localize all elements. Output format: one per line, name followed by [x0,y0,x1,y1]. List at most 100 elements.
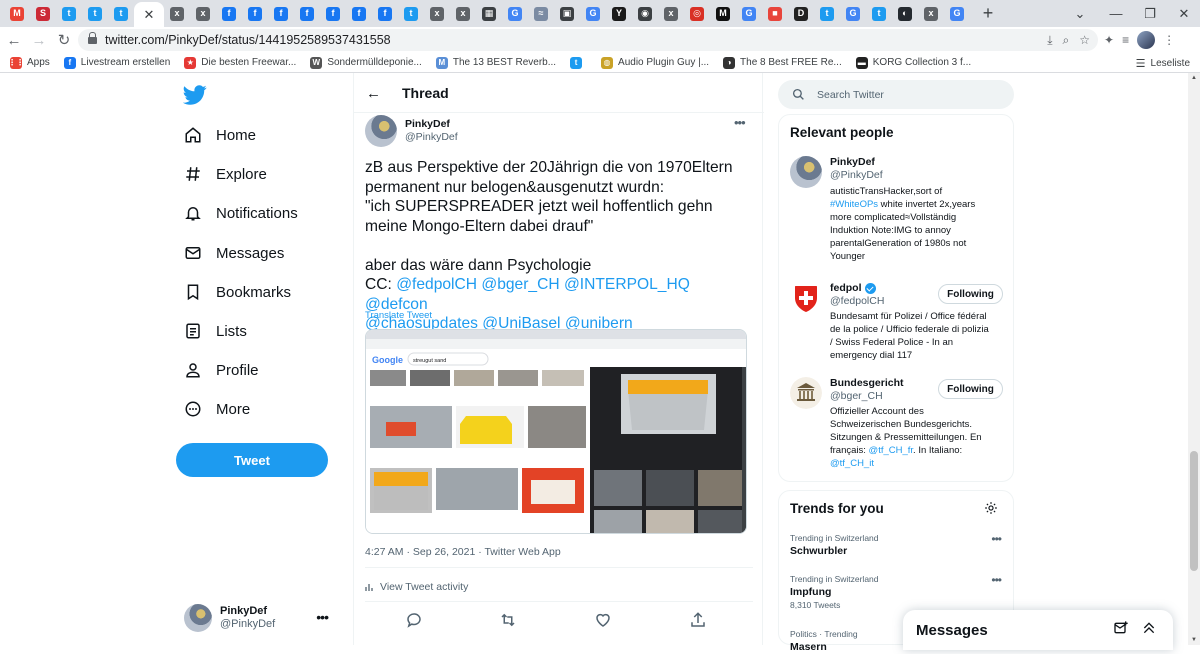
twitter-logo-icon[interactable] [183,83,207,107]
author-handle[interactable]: @PinkyDef [405,131,458,144]
tab-close-icon[interactable]: ✕ [144,7,155,23]
browser-tab[interactable]: ■ [762,3,788,25]
view-tweet-activity[interactable]: View Tweet activity [365,581,468,593]
translate-tweet-link[interactable]: Translate Tweet [365,310,432,321]
swiss-shield-icon[interactable] [790,282,822,314]
nav-profile[interactable]: Profile [184,358,259,382]
browser-tab[interactable]: M [4,3,30,25]
browser-tab[interactable]: t [398,3,424,25]
person-avatar[interactable] [790,156,822,188]
scroll-thumb[interactable] [1190,451,1198,571]
new-tab-button[interactable]: + [974,3,1002,25]
person-name[interactable]: PinkyDef [830,156,875,169]
bookmark-item[interactable]: ◍ Audio Plugin Guy |... [601,56,709,69]
browser-tab[interactable]: x [164,3,190,25]
active-tab[interactable]: ✕ [134,2,164,27]
person-card[interactable]: fedpol @fedpolCH Following Bundesamt für… [790,282,1005,362]
back-button[interactable]: ← [3,29,25,51]
browser-tab[interactable]: G [840,3,866,25]
browser-tab[interactable]: t [82,3,108,25]
browser-tab[interactable]: f [346,3,372,25]
author-avatar[interactable] [365,115,397,147]
person-card[interactable]: Bundesgericht @bger_CH Following Offizie… [790,377,1005,473]
minimize-button[interactable]: — [1098,0,1134,27]
browser-tab[interactable]: S [30,3,56,25]
nav-explore[interactable]: Explore [184,162,267,186]
reload-button[interactable]: ↻ [53,29,75,51]
nav-home[interactable]: Home [184,123,256,147]
person-name[interactable]: fedpol [830,282,876,295]
bundesgericht-logo-icon[interactable] [790,377,822,409]
media-icon[interactable]: ≡ [1122,33,1129,47]
retweet-icon[interactable] [499,611,517,629]
browser-tab[interactable]: f [216,3,242,25]
bookmark-item[interactable]: W Sondermülldeponie... [310,56,422,69]
bookmark-item[interactable]: t [570,56,587,69]
trend-item[interactable]: Trending in Switzerland Schwurbler ••• [790,532,1005,558]
mention-link[interactable]: @tf_CH_it [830,458,874,469]
following-button[interactable]: Following [938,379,1003,399]
install-icon[interactable]: ⤓ [1047,33,1052,48]
trend-more-icon[interactable]: ••• [991,573,1002,587]
hashtag-link[interactable]: #WhiteOPs [830,199,878,210]
person-handle[interactable]: @fedpolCH [830,295,884,308]
bookmark-item[interactable]: f Livestream erstellen [63,56,170,69]
browser-tab[interactable]: x [450,3,476,25]
tweet-image[interactable]: Google streugut sand [365,329,747,534]
scroll-up-arrow[interactable]: ▲ [1190,75,1198,81]
browser-tab[interactable]: ◐ [892,3,918,25]
tweet-button[interactable]: Tweet [176,443,328,477]
browser-tab[interactable]: x [190,3,216,25]
reading-list[interactable]: ☰ Leseliste [1136,53,1190,73]
bookmark-item[interactable]: M The 13 BEST Reverb... [435,56,556,69]
tweet-author[interactable]: PinkyDef @PinkyDef [365,115,458,147]
browser-tab[interactable]: f [268,3,294,25]
forward-button[interactable]: → [28,29,50,51]
following-button[interactable]: Following [938,284,1003,304]
browser-tab[interactable]: G [944,3,970,25]
bookmark-item[interactable]: ⋮⋮ Apps [8,56,50,69]
browser-tab[interactable]: ▣ [554,3,580,25]
maximize-button[interactable]: ❐ [1132,0,1168,27]
browser-tab[interactable]: t [108,3,134,25]
browser-tab[interactable]: G [580,3,606,25]
browser-tab[interactable]: t [56,3,82,25]
settings-gear-icon[interactable] [984,501,998,515]
bookmark-item[interactable]: ◑ The 8 Best FREE Re... [723,56,842,69]
scroll-down-arrow[interactable]: ▼ [1190,637,1198,643]
star-icon[interactable]: ☆ [1079,33,1090,47]
close-window-button[interactable]: ✕ [1166,0,1200,27]
browser-tab[interactable]: f [372,3,398,25]
tab-search-button[interactable]: ⌄ [1062,0,1098,27]
browser-tab[interactable]: M [710,3,736,25]
mention-link[interactable]: @fedpolCH [396,276,477,293]
mention-link[interactable]: @tf_CH_fr [869,445,914,456]
page-scrollbar[interactable]: ▲ ▼ [1188,73,1200,645]
extensions-icon[interactable]: ✦ [1104,33,1114,47]
bookmark-item[interactable]: ★ Die besten Freewar... [184,56,296,69]
bookmark-item[interactable]: ▬ KORG Collection 3 f... [855,56,971,69]
browser-tab[interactable]: G [736,3,762,25]
nav-notifications[interactable]: Notifications [184,201,298,225]
trend-item[interactable]: Trending in Switzerland Impfung 8,310 Tw… [790,573,1005,611]
author-name[interactable]: PinkyDef [405,118,458,131]
person-card[interactable]: PinkyDef @PinkyDef autisticTransHacker,s… [790,156,1005,264]
browser-tab[interactable]: ◎ [684,3,710,25]
nav-bookmarks[interactable]: Bookmarks [184,280,291,304]
share-icon[interactable] [689,611,707,629]
menu-icon[interactable]: ⋮ [1163,33,1175,47]
like-icon[interactable] [594,611,612,629]
back-arrow-icon[interactable]: ← [366,85,381,102]
browser-tab[interactable]: t [814,3,840,25]
browser-tab[interactable]: ≈ [528,3,554,25]
browser-tab[interactable]: ▦ [476,3,502,25]
search-box[interactable]: Search Twitter [778,80,1014,109]
search-input[interactable]: Search Twitter [817,89,884,101]
browser-tab[interactable]: f [294,3,320,25]
mention-link[interactable]: @INTERPOL_HQ [564,276,690,293]
profile-avatar[interactable] [1137,31,1156,49]
account-more-icon[interactable]: ••• [316,609,329,625]
nav-more[interactable]: More [184,397,250,421]
trend-more-icon[interactable]: ••• [991,532,1002,546]
browser-tab[interactable]: x [918,3,944,25]
